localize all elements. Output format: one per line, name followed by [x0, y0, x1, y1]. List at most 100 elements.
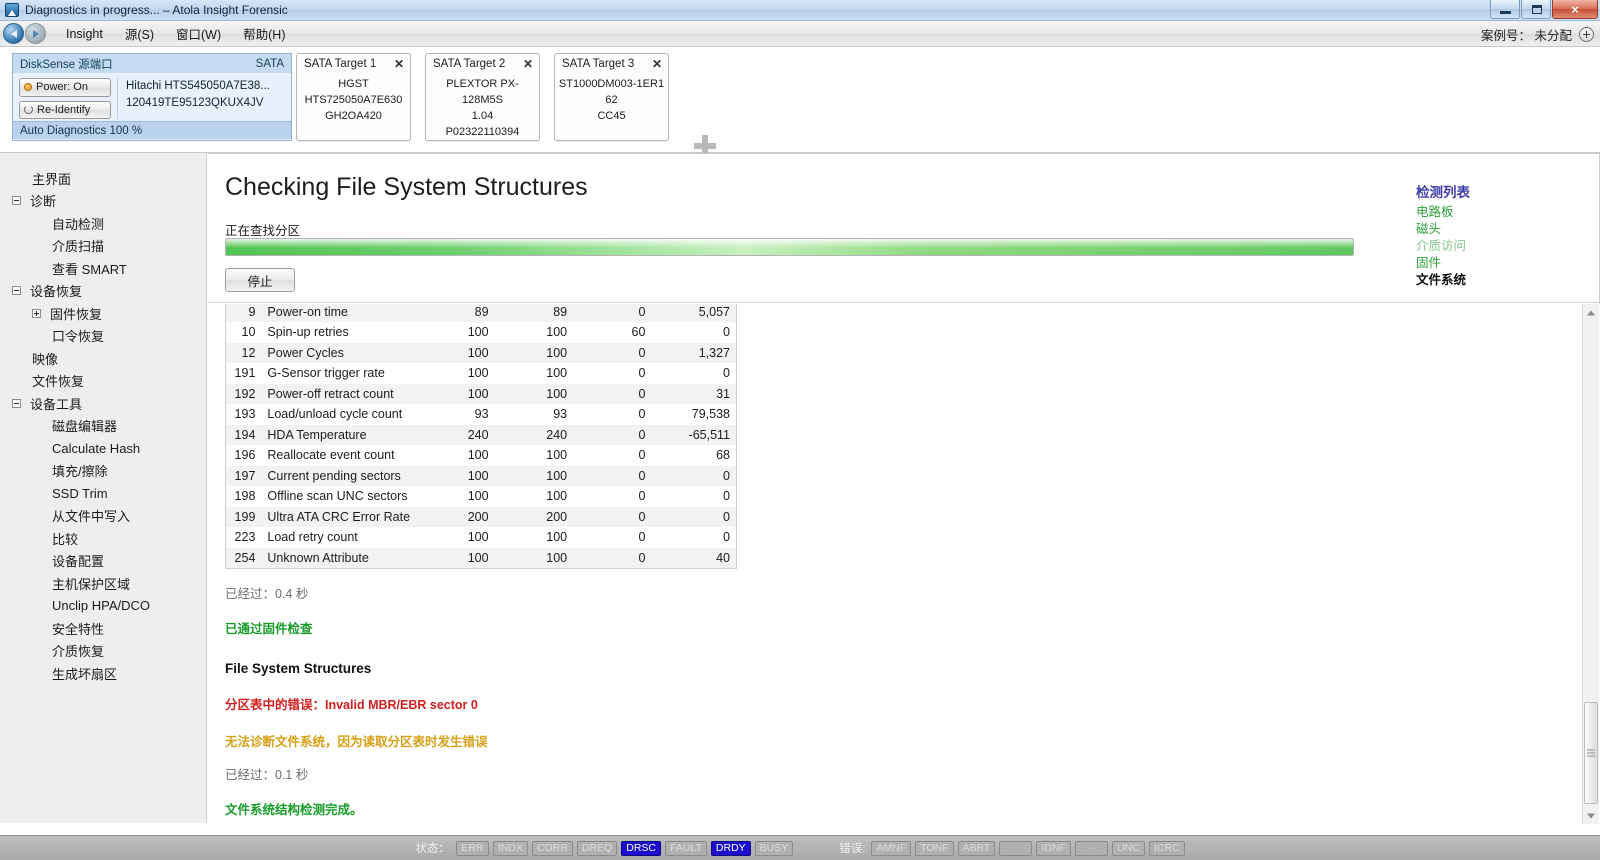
- scroll-up-icon[interactable]: [1583, 304, 1599, 321]
- table-row[interactable]: 223Load retry count10010000: [226, 527, 737, 548]
- sidebar-item-12[interactable]: Calculate Hash: [0, 437, 206, 460]
- sidebar-item-20[interactable]: 安全特性: [0, 617, 206, 640]
- sidebar-item-0[interactable]: 主界面: [0, 167, 206, 190]
- cell-attribute: Power-on time: [261, 304, 416, 322]
- sidebar-item-10[interactable]: 设备工具: [0, 392, 206, 415]
- sidebar-item-16[interactable]: 比较: [0, 527, 206, 550]
- sidebar-item-2[interactable]: 自动检测: [0, 212, 206, 235]
- menu-item-help[interactable]: 帮助(H): [232, 21, 296, 46]
- status-chip-3: DREQ: [577, 841, 617, 856]
- table-row[interactable]: 198Offline scan UNC sectors10010000: [226, 486, 737, 507]
- power-toggle-button[interactable]: Power: On: [19, 78, 111, 97]
- table-row[interactable]: 191G-Sensor trigger rate10010000: [226, 363, 737, 384]
- sidebar-item-19[interactable]: Unclip HPA/DCO: [0, 595, 206, 618]
- cell-worst: 100: [495, 486, 574, 507]
- target-3-body: ST1000DM003-1ER1 62 CC45: [555, 70, 668, 124]
- sidebar-item-13[interactable]: 填充/擦除: [0, 460, 206, 483]
- cell-value: 89: [416, 304, 495, 322]
- forward-icon[interactable]: [25, 23, 46, 44]
- close-button[interactable]: ×: [1552, 0, 1598, 19]
- scroll-thumb[interactable]: [1584, 702, 1598, 804]
- back-icon[interactable]: [3, 23, 24, 44]
- sidebar-item-17[interactable]: 设备配置: [0, 550, 206, 573]
- cell-value: 100: [416, 548, 495, 569]
- sidebar-item-11[interactable]: 磁盘编辑器: [0, 415, 206, 438]
- target-card-1[interactable]: SATA Target 1 ✕ HGST HTS725050A7E630 GH2…: [296, 53, 411, 141]
- vertical-scrollbar[interactable]: [1582, 304, 1599, 824]
- sidebar-item-9[interactable]: 文件恢复: [0, 370, 206, 393]
- maximize-button[interactable]: [1521, 0, 1551, 19]
- scroll-down-icon[interactable]: [1583, 807, 1599, 824]
- cell-worst: 200: [495, 507, 574, 528]
- test-list-title: 检测列表: [1416, 181, 1470, 201]
- cell-id: 197: [226, 466, 262, 487]
- target-card-2[interactable]: SATA Target 2 ✕ PLEXTOR PX-128M5S 1.04 P…: [425, 53, 540, 141]
- minimize-button[interactable]: [1490, 0, 1520, 19]
- log-content: 9Power-on time898905,05710Spin-up retrie…: [208, 304, 1563, 818]
- page-title: Checking File System Structures: [225, 173, 588, 202]
- cell-worst: 93: [495, 404, 574, 425]
- sidebar-item-22[interactable]: 生成坏扇区: [0, 662, 206, 685]
- table-row[interactable]: 192Power-off retract count100100031: [226, 384, 737, 405]
- status-chip-2: CORR: [532, 841, 573, 856]
- target-card-3[interactable]: SATA Target 3 ✕ ST1000DM003-1ER1 62 CC45: [554, 53, 669, 141]
- cell-attribute: Reallocate event count: [261, 445, 416, 466]
- smart-attributes-table: 9Power-on time898905,05710Spin-up retrie…: [225, 304, 737, 569]
- test-list-item-file-system[interactable]: 文件系统: [1416, 272, 1470, 289]
- table-row[interactable]: 9Power-on time898905,057: [226, 304, 737, 322]
- sidebar-item-8[interactable]: 映像: [0, 347, 206, 370]
- sidebar-item-21[interactable]: 介质恢复: [0, 640, 206, 663]
- title-bar: Diagnostics in progress... – Atola Insig…: [0, 0, 1600, 21]
- sidebar-item-3[interactable]: 介质扫描: [0, 235, 206, 258]
- table-row[interactable]: 254Unknown Attribute100100040: [226, 548, 737, 569]
- cell-value: 100: [416, 445, 495, 466]
- cell-threshold: 0: [573, 486, 651, 507]
- target-3-close-icon[interactable]: ✕: [652, 58, 662, 70]
- table-row[interactable]: 193Load/unload cycle count9393079,538: [226, 404, 737, 425]
- sidebar-item-15[interactable]: 从文件中写入: [0, 505, 206, 528]
- test-list-item-heads[interactable]: 磁头: [1416, 221, 1470, 238]
- sidebar-item-label: 文件恢复: [32, 371, 84, 390]
- minimize-icon: [1500, 11, 1511, 14]
- sidebar-item-4[interactable]: 查看 SMART: [0, 257, 206, 280]
- sidebar-item-6[interactable]: 固件恢复: [0, 302, 206, 325]
- menu-item-window[interactable]: 窗口(W): [165, 21, 232, 46]
- test-list-item-media-access[interactable]: 介质访问: [1416, 238, 1470, 255]
- test-list-item-firmware[interactable]: 固件: [1416, 255, 1470, 272]
- target-3-line3: CC45: [555, 108, 668, 124]
- menu-item-source[interactable]: 源(S): [114, 21, 165, 46]
- sidebar-item-14[interactable]: SSD Trim: [0, 482, 206, 505]
- progress-bar: [225, 238, 1354, 256]
- collapse-icon[interactable]: [12, 196, 21, 205]
- window-title: Diagnostics in progress... – Atola Insig…: [25, 3, 288, 17]
- collapse-icon[interactable]: [12, 286, 21, 295]
- add-case-icon[interactable]: [1579, 27, 1594, 42]
- cell-attribute: Power-off retract count: [261, 384, 416, 405]
- sidebar-item-18[interactable]: 主机保护区域: [0, 572, 206, 595]
- cell-id: 199: [226, 507, 262, 528]
- table-row[interactable]: 194HDA Temperature2402400-65,511: [226, 425, 737, 446]
- cell-raw: 0: [651, 466, 736, 487]
- log-warning-diagnose: 无法诊断文件系统，因为读取分区表时发生错误: [225, 731, 1563, 750]
- source-port-card[interactable]: DiskSense 源端口 SATA Power: On Re-Identify…: [12, 53, 292, 141]
- table-row[interactable]: 12Power Cycles10010001,327: [226, 343, 737, 364]
- cell-raw: 0: [651, 507, 736, 528]
- sidebar-item-1[interactable]: 诊断: [0, 190, 206, 213]
- target-1-close-icon[interactable]: ✕: [394, 58, 404, 70]
- target-2-close-icon[interactable]: ✕: [523, 58, 533, 70]
- nav-buttons: [3, 23, 47, 44]
- table-row[interactable]: 196Reallocate event count100100068: [226, 445, 737, 466]
- test-list-nav: 检测列表 电路板 磁头 介质访问 固件 文件系统: [1416, 181, 1470, 289]
- expand-icon[interactable]: [32, 309, 41, 318]
- reidentify-button[interactable]: Re-Identify: [19, 101, 111, 120]
- table-row[interactable]: 199Ultra ATA CRC Error Rate20020000: [226, 507, 737, 528]
- table-row[interactable]: 10Spin-up retries100100600: [226, 322, 737, 343]
- stop-button[interactable]: 停止: [225, 268, 295, 292]
- menu-item-insight[interactable]: Insight: [55, 24, 114, 44]
- target-2-line2: 1.04: [426, 108, 539, 124]
- test-list-item-pcb[interactable]: 电路板: [1416, 204, 1470, 221]
- table-row[interactable]: 197Current pending sectors10010000: [226, 466, 737, 487]
- collapse-icon[interactable]: [12, 399, 21, 408]
- sidebar-item-5[interactable]: 设备恢复: [0, 280, 206, 303]
- sidebar-item-7[interactable]: 口令恢复: [0, 325, 206, 348]
